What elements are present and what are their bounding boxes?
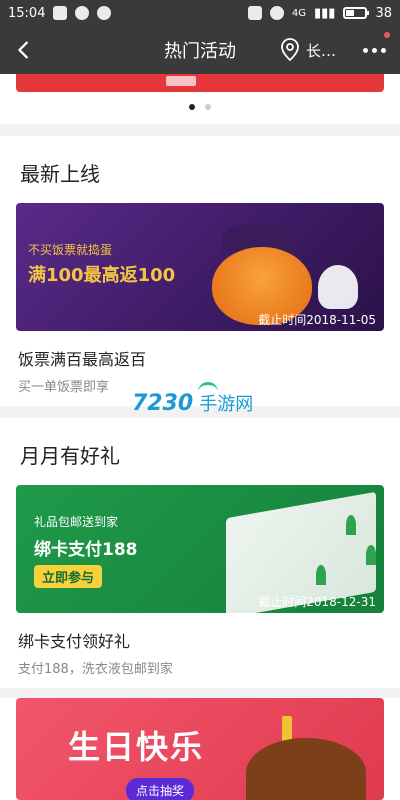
location-selector[interactable]: 长…	[280, 26, 336, 74]
battery-icon	[343, 7, 370, 19]
carousel-banner[interactable]	[16, 74, 384, 92]
location-pin-icon	[281, 38, 299, 62]
shield-icon	[53, 6, 68, 20]
section-latest: 最新上线 不买饭票就捣蛋 满100最高返100 截止时间2018-11-05 饭…	[0, 136, 400, 406]
activity-title[interactable]: 绑卡支付领好礼	[18, 628, 130, 652]
join-button[interactable]: 立即参与	[34, 565, 103, 588]
more-dot	[363, 47, 368, 53]
deadline-label: 截止时间2018-12-31	[258, 595, 376, 609]
chevron-left-icon	[18, 41, 28, 59]
more-dot	[372, 47, 377, 53]
gift-graphic	[166, 76, 196, 86]
banner-headline: 生日快乐	[68, 728, 205, 766]
banner-tagline: 礼品包邮送到家	[34, 515, 119, 529]
location-label: 长…	[305, 41, 336, 60]
carousel-dot[interactable]	[205, 104, 211, 110]
banner-headline: 满100最高返100	[28, 265, 176, 286]
banner-tagline: 不买饭票就捣蛋	[28, 243, 113, 257]
vibrate-icon	[247, 6, 262, 20]
page-title: 热门活动	[164, 41, 236, 62]
more-dot	[381, 47, 386, 53]
notification-icon	[75, 6, 90, 20]
watermark: 7230 手游网	[132, 382, 253, 416]
draw-button[interactable]: 点击抽奖	[126, 778, 195, 800]
ghost-graphic	[318, 265, 358, 309]
map-pin-icon	[97, 6, 112, 20]
cake-graphic	[246, 738, 366, 800]
carousel	[0, 74, 400, 124]
watermark-number: 7230	[132, 390, 194, 416]
activity-subtitle: 支付188，洗衣液包邮到家	[18, 662, 173, 677]
section-title: 最新上线	[20, 162, 100, 186]
network-type: 4G	[291, 7, 306, 19]
tree-graphic	[346, 515, 356, 535]
status-time: 15:04	[8, 5, 46, 21]
section-monthly: 月月有好礼 礼品包邮送到家 绑卡支付188 立即参与 截止时间2018-12-3…	[0, 418, 400, 688]
activity-banner-birthday[interactable]: 生日快乐 点击抽奖	[16, 698, 384, 800]
activity-banner-bindcard[interactable]: 礼品包邮送到家 绑卡支付188 立即参与 截止时间2018-12-31	[16, 485, 384, 613]
activity-title[interactable]: 饭票满百最高返百	[18, 346, 146, 370]
tree-graphic	[316, 565, 326, 585]
deadline-label: 截止时间2018-11-05	[258, 313, 376, 327]
carousel-dot-active[interactable]	[189, 104, 195, 110]
alarm-icon	[269, 6, 284, 20]
signal-icon: ▮▮▮	[313, 5, 336, 21]
activity-subtitle: 买一单饭票即享	[18, 380, 110, 395]
battery-percent: 38	[375, 5, 392, 21]
top-nav: 热门活动 长…	[0, 26, 400, 74]
status-bar: 15:04 4G ▮▮▮ 38	[0, 0, 400, 26]
notification-dot	[384, 32, 390, 38]
banner-headline: 绑卡支付188	[34, 540, 138, 560]
tree-graphic	[366, 545, 376, 565]
section-birthday: 生日快乐 点击抽奖	[0, 698, 400, 800]
more-button[interactable]	[363, 26, 390, 74]
section-title: 月月有好礼	[20, 444, 120, 468]
carousel-indicator	[0, 104, 400, 110]
back-button[interactable]	[0, 26, 48, 74]
activity-banner-halloween[interactable]: 不买饭票就捣蛋 满100最高返100 截止时间2018-11-05	[16, 203, 384, 331]
